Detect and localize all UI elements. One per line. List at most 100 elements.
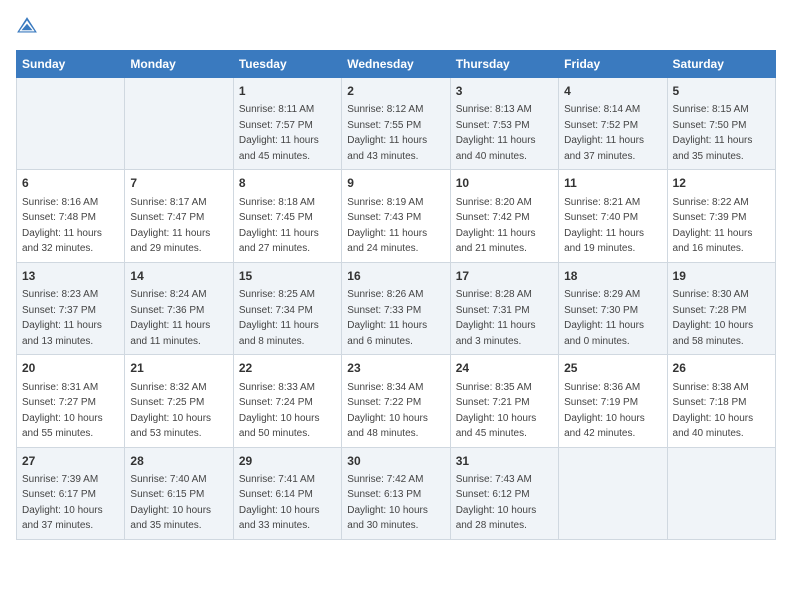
day-number: 3 <box>456 83 553 100</box>
day-detail: Sunrise: 8:20 AM Sunset: 7:42 PM Dayligh… <box>456 197 536 255</box>
day-number: 11 <box>564 175 661 192</box>
calendar-header: SundayMondayTuesdayWednesdayThursdayFrid… <box>17 51 776 78</box>
day-number: 22 <box>239 360 336 377</box>
day-number: 24 <box>456 360 553 377</box>
day-detail: Sunrise: 8:15 AM Sunset: 7:50 PM Dayligh… <box>673 104 753 162</box>
day-cell: 17 Sunrise: 8:28 AM Sunset: 7:31 PM Dayli… <box>450 262 558 354</box>
day-detail: Sunrise: 8:17 AM Sunset: 7:47 PM Dayligh… <box>130 197 210 255</box>
day-cell: 2 Sunrise: 8:12 AM Sunset: 7:55 PM Daylig… <box>342 78 450 170</box>
day-cell: 24 Sunrise: 8:35 AM Sunset: 7:21 PM Dayli… <box>450 355 558 447</box>
day-detail: Sunrise: 8:36 AM Sunset: 7:19 PM Dayligh… <box>564 382 645 440</box>
day-cell: 8 Sunrise: 8:18 AM Sunset: 7:45 PM Daylig… <box>233 170 341 262</box>
day-number: 25 <box>564 360 661 377</box>
day-number: 4 <box>564 83 661 100</box>
day-detail: Sunrise: 7:41 AM Sunset: 6:14 PM Dayligh… <box>239 474 320 532</box>
day-number: 27 <box>22 453 119 470</box>
header-col-wednesday: Wednesday <box>342 51 450 78</box>
day-detail: Sunrise: 8:16 AM Sunset: 7:48 PM Dayligh… <box>22 197 102 255</box>
day-cell: 13 Sunrise: 8:23 AM Sunset: 7:37 PM Dayli… <box>17 262 125 354</box>
day-cell: 27 Sunrise: 7:39 AM Sunset: 6:17 PM Dayli… <box>17 447 125 539</box>
day-detail: Sunrise: 8:25 AM Sunset: 7:34 PM Dayligh… <box>239 289 319 347</box>
day-number: 16 <box>347 268 444 285</box>
day-detail: Sunrise: 8:33 AM Sunset: 7:24 PM Dayligh… <box>239 382 320 440</box>
day-cell: 3 Sunrise: 8:13 AM Sunset: 7:53 PM Daylig… <box>450 78 558 170</box>
week-row-3: 13 Sunrise: 8:23 AM Sunset: 7:37 PM Dayli… <box>17 262 776 354</box>
day-cell: 16 Sunrise: 8:26 AM Sunset: 7:33 PM Dayli… <box>342 262 450 354</box>
day-detail: Sunrise: 8:19 AM Sunset: 7:43 PM Dayligh… <box>347 197 427 255</box>
day-number: 13 <box>22 268 119 285</box>
day-cell: 1Sunrise: 8:11 AM Sunset: 7:57 PM Daylig… <box>233 78 341 170</box>
day-cell: 20 Sunrise: 8:31 AM Sunset: 7:27 PM Dayli… <box>17 355 125 447</box>
logo-icon <box>16 16 38 38</box>
page-header <box>16 16 776 38</box>
day-number: 21 <box>130 360 227 377</box>
day-detail: Sunrise: 8:13 AM Sunset: 7:53 PM Dayligh… <box>456 104 536 162</box>
day-cell: 11 Sunrise: 8:21 AM Sunset: 7:40 PM Dayli… <box>559 170 667 262</box>
day-cell <box>559 447 667 539</box>
header-col-monday: Monday <box>125 51 233 78</box>
header-row: SundayMondayTuesdayWednesdayThursdayFrid… <box>17 51 776 78</box>
header-col-thursday: Thursday <box>450 51 558 78</box>
logo <box>16 16 42 38</box>
day-cell: 30Sunrise: 7:42 AM Sunset: 6:13 PM Dayli… <box>342 447 450 539</box>
day-detail: Sunrise: 8:29 AM Sunset: 7:30 PM Dayligh… <box>564 289 644 347</box>
day-detail: Sunrise: 8:32 AM Sunset: 7:25 PM Dayligh… <box>130 382 211 440</box>
day-number: 29 <box>239 453 336 470</box>
header-col-sunday: Sunday <box>17 51 125 78</box>
day-cell: 15 Sunrise: 8:25 AM Sunset: 7:34 PM Dayli… <box>233 262 341 354</box>
day-cell: 19Sunrise: 8:30 AM Sunset: 7:28 PM Dayli… <box>667 262 775 354</box>
day-number: 2 <box>347 83 444 100</box>
day-detail: Sunrise: 8:12 AM Sunset: 7:55 PM Dayligh… <box>347 104 427 162</box>
day-cell: 5 Sunrise: 8:15 AM Sunset: 7:50 PM Daylig… <box>667 78 775 170</box>
day-cell: 12 Sunrise: 8:22 AM Sunset: 7:39 PM Dayli… <box>667 170 775 262</box>
day-cell: 4 Sunrise: 8:14 AM Sunset: 7:52 PM Daylig… <box>559 78 667 170</box>
day-detail: Sunrise: 8:35 AM Sunset: 7:21 PM Dayligh… <box>456 382 537 440</box>
day-number: 9 <box>347 175 444 192</box>
day-detail: Sunrise: 8:23 AM Sunset: 7:37 PM Dayligh… <box>22 289 102 347</box>
day-number: 10 <box>456 175 553 192</box>
day-number: 23 <box>347 360 444 377</box>
day-number: 12 <box>673 175 770 192</box>
day-cell: 7 Sunrise: 8:17 AM Sunset: 7:47 PM Daylig… <box>125 170 233 262</box>
day-detail: Sunrise: 8:11 AM Sunset: 7:57 PM Dayligh… <box>239 104 319 162</box>
day-cell: 18Sunrise: 8:29 AM Sunset: 7:30 PM Dayli… <box>559 262 667 354</box>
day-number: 31 <box>456 453 553 470</box>
calendar-body: 1Sunrise: 8:11 AM Sunset: 7:57 PM Daylig… <box>17 78 776 540</box>
day-cell <box>125 78 233 170</box>
day-number: 8 <box>239 175 336 192</box>
day-number: 20 <box>22 360 119 377</box>
day-number: 26 <box>673 360 770 377</box>
day-detail: Sunrise: 7:43 AM Sunset: 6:12 PM Dayligh… <box>456 474 537 532</box>
day-detail: Sunrise: 7:42 AM Sunset: 6:13 PM Dayligh… <box>347 474 428 532</box>
day-cell: 31 Sunrise: 7:43 AM Sunset: 6:12 PM Dayli… <box>450 447 558 539</box>
day-detail: Sunrise: 8:28 AM Sunset: 7:31 PM Dayligh… <box>456 289 536 347</box>
day-number: 15 <box>239 268 336 285</box>
week-row-2: 6Sunrise: 8:16 AM Sunset: 7:48 PM Daylig… <box>17 170 776 262</box>
day-detail: Sunrise: 8:38 AM Sunset: 7:18 PM Dayligh… <box>673 382 754 440</box>
day-detail: Sunrise: 8:24 AM Sunset: 7:36 PM Dayligh… <box>130 289 210 347</box>
day-cell: 25 Sunrise: 8:36 AM Sunset: 7:19 PM Dayli… <box>559 355 667 447</box>
day-detail: Sunrise: 8:34 AM Sunset: 7:22 PM Dayligh… <box>347 382 428 440</box>
day-detail: Sunrise: 8:18 AM Sunset: 7:45 PM Dayligh… <box>239 197 319 255</box>
day-cell: 23 Sunrise: 8:34 AM Sunset: 7:22 PM Dayli… <box>342 355 450 447</box>
day-cell: 6Sunrise: 8:16 AM Sunset: 7:48 PM Daylig… <box>17 170 125 262</box>
day-detail: Sunrise: 8:14 AM Sunset: 7:52 PM Dayligh… <box>564 104 644 162</box>
day-detail: Sunrise: 8:26 AM Sunset: 7:33 PM Dayligh… <box>347 289 427 347</box>
day-detail: Sunrise: 8:31 AM Sunset: 7:27 PM Dayligh… <box>22 382 103 440</box>
day-detail: Sunrise: 8:21 AM Sunset: 7:40 PM Dayligh… <box>564 197 644 255</box>
week-row-5: 27 Sunrise: 7:39 AM Sunset: 6:17 PM Dayli… <box>17 447 776 539</box>
day-cell <box>667 447 775 539</box>
day-number: 17 <box>456 268 553 285</box>
day-cell: 29 Sunrise: 7:41 AM Sunset: 6:14 PM Dayli… <box>233 447 341 539</box>
day-cell: 21 Sunrise: 8:32 AM Sunset: 7:25 PM Dayli… <box>125 355 233 447</box>
day-detail: Sunrise: 8:22 AM Sunset: 7:39 PM Dayligh… <box>673 197 753 255</box>
day-detail: Sunrise: 8:30 AM Sunset: 7:28 PM Dayligh… <box>673 289 754 347</box>
header-col-tuesday: Tuesday <box>233 51 341 78</box>
day-cell: 26 Sunrise: 8:38 AM Sunset: 7:18 PM Dayli… <box>667 355 775 447</box>
day-number: 7 <box>130 175 227 192</box>
day-detail: Sunrise: 7:39 AM Sunset: 6:17 PM Dayligh… <box>22 474 103 532</box>
day-number: 14 <box>130 268 227 285</box>
calendar-table: SundayMondayTuesdayWednesdayThursdayFrid… <box>16 50 776 540</box>
day-number: 5 <box>673 83 770 100</box>
day-cell: 9 Sunrise: 8:19 AM Sunset: 7:43 PM Daylig… <box>342 170 450 262</box>
